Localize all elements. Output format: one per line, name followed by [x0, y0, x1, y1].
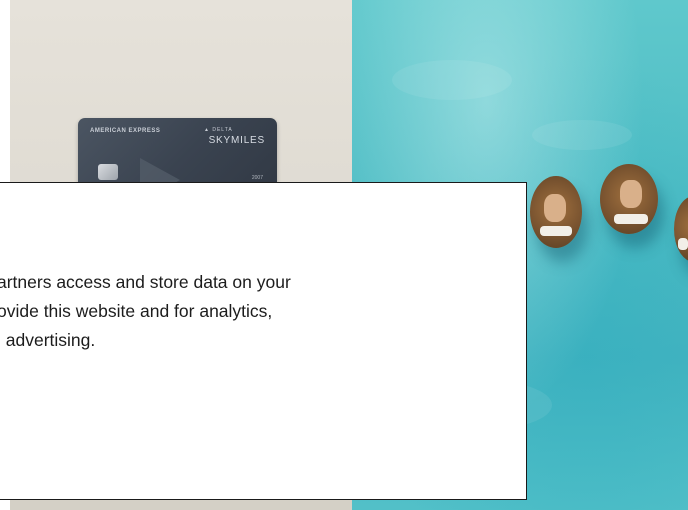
- card-issuer-label: AMERICAN EXPRESS: [90, 128, 161, 134]
- page: AMERICAN EXPRESS ▲ DELTA SKYMILES 2007 a…: [0, 0, 688, 510]
- card-product-label: SKYMILES: [208, 135, 265, 146]
- float-cushion-image: [678, 238, 688, 250]
- water-ripple: [532, 120, 632, 150]
- card-number-fragment: 2007: [251, 175, 263, 181]
- float-cushion-image: [540, 226, 572, 236]
- card-partner-label: ▲ DELTA: [204, 127, 233, 133]
- water-ripple: [392, 60, 512, 100]
- consent-body-text: artners access and store data on your ov…: [0, 272, 291, 350]
- person-image: [544, 194, 566, 222]
- person-image: [620, 180, 642, 208]
- float-cushion-image: [614, 214, 648, 224]
- cookie-consent-dialog: artners access and store data on your ov…: [0, 182, 527, 500]
- card-chip-icon: [98, 164, 118, 180]
- float-3-image: [674, 196, 688, 262]
